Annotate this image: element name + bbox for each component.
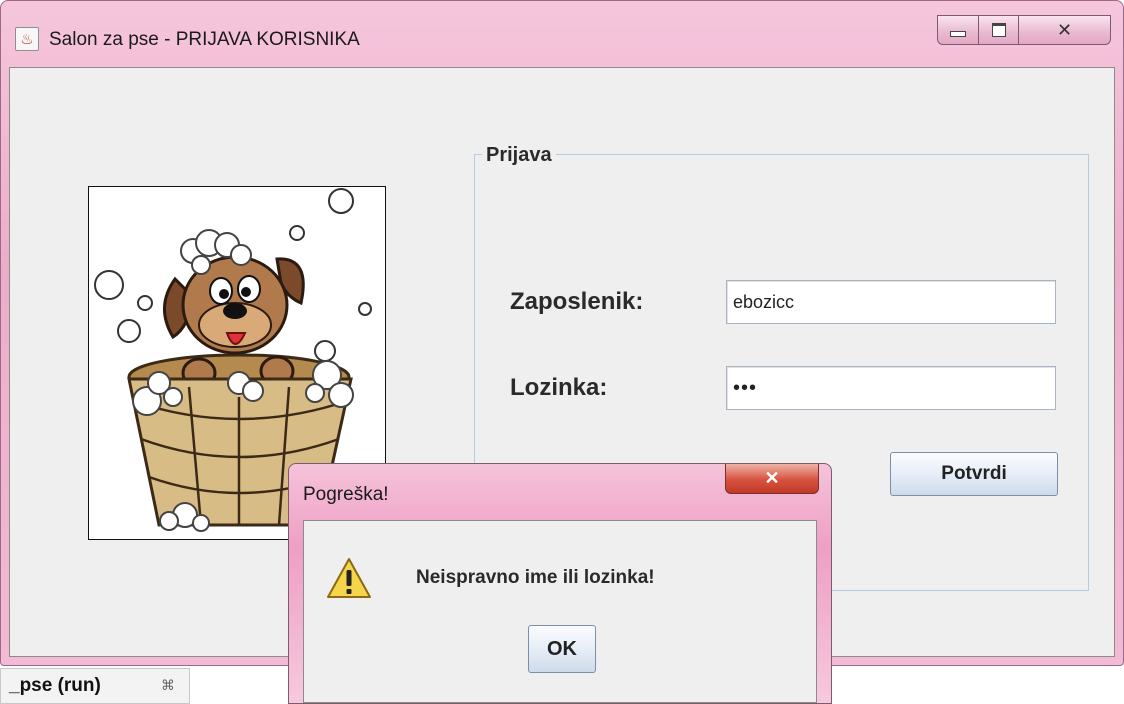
title-bar[interactable]: ♨ Salon za pse - PRIJAVA KORISNIKA ✕	[1, 1, 1123, 61]
minimize-icon	[950, 31, 966, 37]
ok-button[interactable]: OK	[528, 625, 596, 673]
minimize-button[interactable]	[937, 15, 979, 45]
submit-button[interactable]: Potvrdi	[890, 452, 1058, 496]
java-icon[interactable]: ♨	[15, 27, 39, 51]
close-icon: ✕	[1056, 19, 1073, 41]
tab-close-icon[interactable]: ⌘	[161, 678, 175, 694]
close-icon: ✕	[764, 468, 780, 488]
employee-label: Zaposlenik:	[510, 288, 644, 315]
close-button[interactable]: ✕	[1019, 15, 1111, 45]
dialog-title: Pogreška!	[303, 484, 389, 505]
output-tab-label: _pse (run)	[9, 675, 101, 696]
dialog-message: Neispravno ime ili lozinka!	[416, 567, 655, 588]
fieldset-legend: Prijava	[482, 144, 556, 167]
warning-icon	[327, 558, 371, 598]
dialog-body: Neispravno ime ili lozinka! OK	[303, 520, 817, 703]
caption-buttons: ✕	[937, 15, 1111, 45]
error-dialog: Pogreška! ✕ Neispravno ime ili lozinka! …	[288, 463, 832, 704]
employee-input[interactable]: ebozicc	[726, 280, 1056, 324]
password-label: Lozinka:	[510, 374, 608, 401]
maximize-button[interactable]	[979, 15, 1019, 45]
window-title: Salon za pse - PRIJAVA KORISNIKA	[49, 29, 360, 50]
output-tab[interactable]: _pse (run) ⌘	[0, 668, 190, 704]
password-input[interactable]: •••	[726, 366, 1056, 410]
maximize-icon	[991, 23, 1006, 37]
dialog-close-button[interactable]: ✕	[725, 464, 819, 494]
